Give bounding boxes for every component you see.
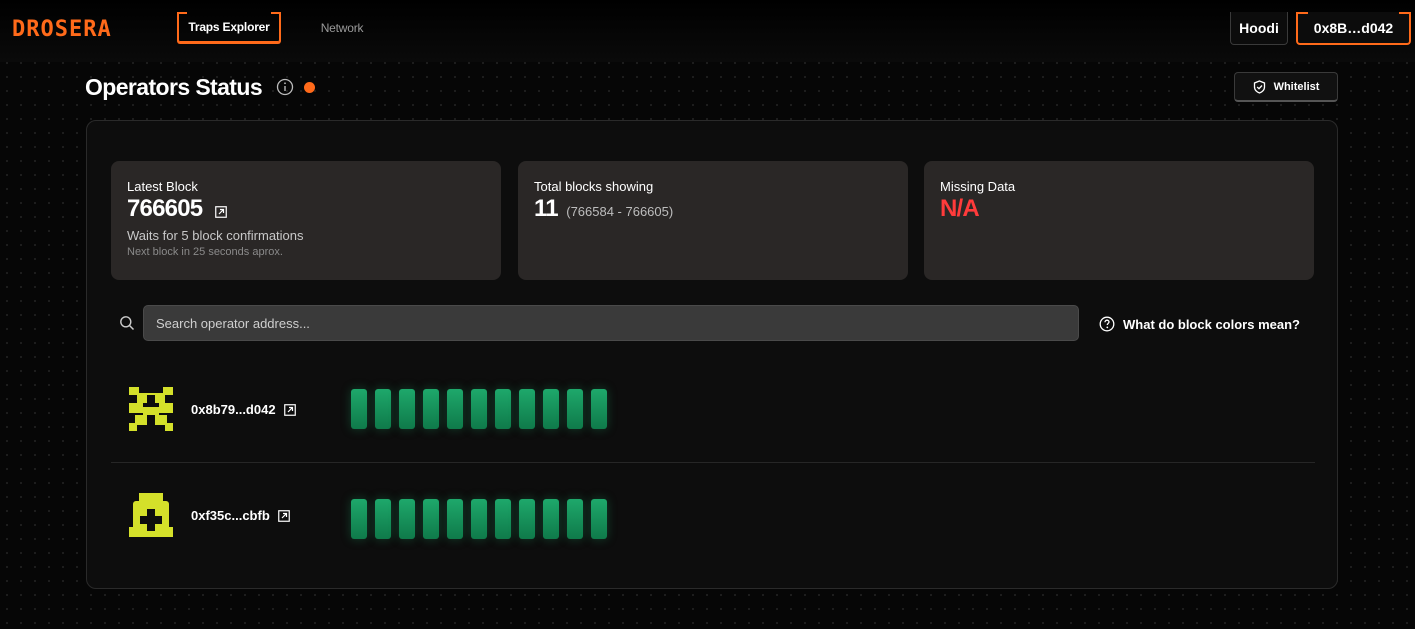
- search-icon: [120, 316, 135, 331]
- latest-block-eta: Next block in 25 seconds aprox.: [127, 246, 283, 258]
- drosera-logo[interactable]: DROSERA: [12, 14, 154, 42]
- missing-data-card: Missing Data N/A: [924, 161, 1314, 280]
- block-status-cell[interactable]: [375, 389, 391, 429]
- operator-address-link[interactable]: 0xf35c...cbfb: [191, 508, 290, 523]
- block-status-cell[interactable]: [495, 499, 511, 539]
- block-status-cell[interactable]: [543, 499, 559, 539]
- block-status-cell[interactable]: [351, 389, 367, 429]
- operator-row: 0x8b79...d042: [111, 357, 1315, 461]
- block-status-cell[interactable]: [519, 389, 535, 429]
- missing-data-value: N/A: [940, 195, 980, 222]
- block-status-cell[interactable]: [423, 389, 439, 429]
- block-status-cell[interactable]: [471, 389, 487, 429]
- block-status-cell[interactable]: [399, 389, 415, 429]
- operator-avatar: [129, 493, 173, 537]
- total-blocks-range: (766584 - 766605): [566, 204, 674, 219]
- operator-address-link[interactable]: 0x8b79...d042: [191, 402, 296, 417]
- operators-panel: Latest Block 766605 Waits for 5 block co…: [86, 120, 1338, 589]
- block-status-cell[interactable]: [471, 499, 487, 539]
- block-status-strip: [351, 389, 607, 429]
- tab-network[interactable]: Network: [305, 12, 379, 44]
- block-status-cell[interactable]: [591, 499, 607, 539]
- block-status-cell[interactable]: [543, 389, 559, 429]
- page-title: Operators Status: [85, 74, 263, 100]
- status-indicator-dot: [304, 82, 315, 93]
- block-status-cell[interactable]: [375, 499, 391, 539]
- total-blocks-label: Total blocks showing: [534, 179, 654, 194]
- help-label: What do block colors mean?: [1123, 316, 1300, 332]
- block-status-cell[interactable]: [447, 499, 463, 539]
- block-status-cell[interactable]: [519, 499, 535, 539]
- block-colors-help-link[interactable]: What do block colors mean?: [1099, 314, 1300, 334]
- missing-data-label: Missing Data: [940, 179, 1016, 194]
- whitelist-button[interactable]: Whitelist: [1234, 72, 1338, 102]
- latest-block-label: Latest Block: [127, 179, 198, 194]
- block-status-cell[interactable]: [399, 499, 415, 539]
- info-icon[interactable]: [276, 78, 294, 96]
- block-status-cell[interactable]: [567, 389, 583, 429]
- block-status-cell[interactable]: [351, 499, 367, 539]
- latest-block-value: 766605: [127, 195, 203, 222]
- network-selector-button[interactable]: Hoodi: [1230, 12, 1288, 45]
- block-status-cell[interactable]: [567, 499, 583, 539]
- total-blocks-value: 11: [534, 195, 559, 222]
- whitelist-label: Whitelist: [1273, 80, 1320, 93]
- operator-address: 0xf35c...cbfb: [191, 508, 270, 523]
- operator-row: 0xf35c...cbfb: [111, 462, 1315, 566]
- top-navigation-bar: DROSERA Traps Explorer Network Hoodi 0x8…: [0, 0, 1415, 62]
- block-status-cell[interactable]: [423, 499, 439, 539]
- block-status-cell[interactable]: [447, 389, 463, 429]
- question-icon: [1099, 316, 1115, 332]
- total-blocks-card: Total blocks showing 11 (766584 - 766605…: [518, 161, 908, 280]
- wallet-button[interactable]: 0x8B…d042: [1296, 12, 1411, 45]
- svg-text:DROSERA: DROSERA: [12, 17, 112, 42]
- operator-address: 0x8b79...d042: [191, 402, 276, 417]
- external-link-icon[interactable]: [214, 205, 227, 218]
- latest-block-card: Latest Block 766605 Waits for 5 block co…: [111, 161, 501, 280]
- shield-icon: [1253, 79, 1265, 94]
- block-status-strip: [351, 499, 607, 539]
- latest-block-confirmations: Waits for 5 block confirmations: [127, 228, 304, 243]
- external-link-icon: [277, 509, 290, 522]
- external-link-icon: [283, 403, 296, 416]
- operator-avatar: [129, 387, 173, 431]
- operator-search-input[interactable]: [143, 305, 1079, 341]
- block-status-cell[interactable]: [495, 389, 511, 429]
- block-status-cell[interactable]: [591, 389, 607, 429]
- tab-traps-explorer[interactable]: Traps Explorer: [177, 12, 281, 44]
